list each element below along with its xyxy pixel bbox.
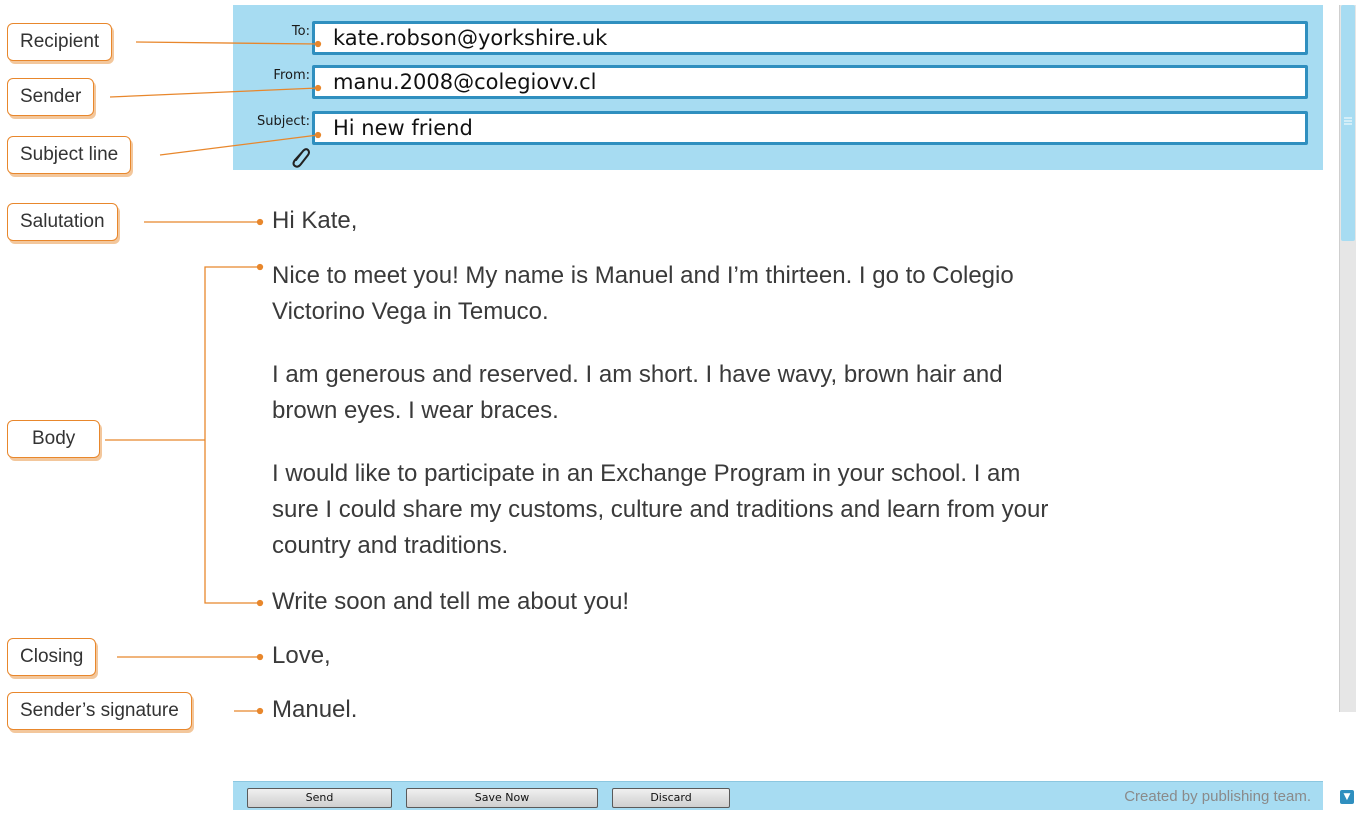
connector-recipient — [135, 41, 319, 45]
connector-lines — [105, 40, 322, 715]
connector-sender — [109, 87, 319, 98]
callout-salutation: Salutation — [7, 203, 118, 241]
callout-recipient: Recipient — [7, 23, 113, 61]
callout-body: Body — [7, 420, 101, 458]
callout-closing: Closing — [7, 638, 97, 676]
callout-sender: Sender — [7, 78, 95, 116]
callout-subject: Subject line — [7, 136, 132, 174]
body-bracket — [204, 266, 260, 604]
callout-signature: Sender’s signature — [7, 692, 192, 730]
connector-subject — [159, 134, 319, 156]
